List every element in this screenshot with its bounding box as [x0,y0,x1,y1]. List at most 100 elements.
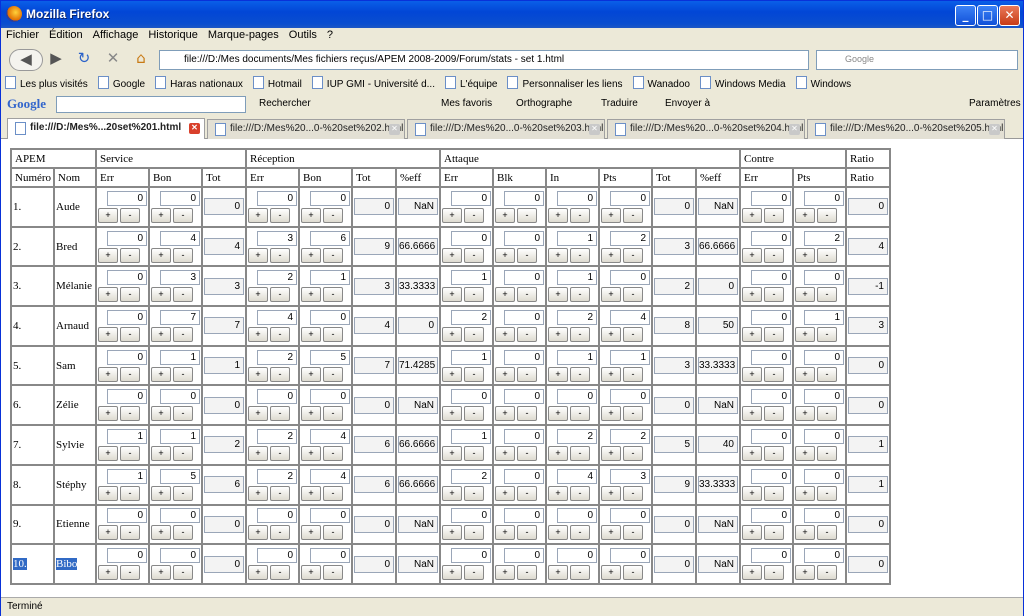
counter-value[interactable]: 0 [257,190,297,206]
menu-affichage[interactable]: Affichage [88,28,144,41]
close-tab-icon[interactable]: ✕ [789,124,800,135]
total-value[interactable]: 0 [698,277,738,295]
decrement-button[interactable]: - [323,445,343,461]
increment-button[interactable]: + [301,565,321,581]
increment-button[interactable]: + [795,565,815,581]
close-tab-icon[interactable]: ✕ [389,124,400,135]
decrement-button[interactable]: - [323,207,343,223]
increment-button[interactable]: + [442,445,462,461]
increment-button[interactable]: + [742,406,762,422]
counter-value[interactable]: 0 [504,428,544,444]
decrement-button[interactable]: - [817,445,837,461]
counter-value[interactable]: 0 [804,349,844,365]
decrement-button[interactable]: - [270,287,290,303]
decrement-button[interactable]: - [323,565,343,581]
total-value[interactable]: 0 [848,198,888,216]
increment-button[interactable]: + [601,326,621,342]
counter-value[interactable]: 0 [751,508,791,524]
increment-button[interactable]: + [442,525,462,541]
increment-button[interactable]: + [548,565,568,581]
decrement-button[interactable]: - [517,485,537,501]
stop-icon[interactable]: ✕ [102,49,124,71]
counter-value[interactable]: 0 [107,548,147,564]
total-value[interactable]: 3 [354,277,394,295]
counter-value[interactable]: 0 [557,508,597,524]
counter-value[interactable]: 0 [504,190,544,206]
increment-button[interactable]: + [601,207,621,223]
decrement-button[interactable]: - [517,366,537,382]
total-value[interactable]: 6 [354,476,394,494]
increment-button[interactable]: + [301,287,321,303]
increment-button[interactable]: + [151,525,171,541]
total-value[interactable]: 3 [848,317,888,335]
increment-button[interactable]: + [795,366,815,382]
counter-value[interactable]: 2 [610,230,650,246]
decrement-button[interactable]: - [623,525,643,541]
increment-button[interactable]: + [442,485,462,501]
tab-set-5[interactable]: file:///D:/Mes%20...0-%20set%205.html ✕ [807,119,1005,139]
decrement-button[interactable]: - [764,406,784,422]
decrement-button[interactable]: - [623,565,643,581]
increment-button[interactable]: + [151,565,171,581]
counter-value[interactable]: 3 [257,230,297,246]
increment-button[interactable]: + [98,565,118,581]
decrement-button[interactable]: - [570,207,590,223]
total-value[interactable]: 40 [698,436,738,454]
counter-value[interactable]: 0 [257,389,297,405]
decrement-button[interactable]: - [464,525,484,541]
decrement-button[interactable]: - [817,485,837,501]
increment-button[interactable]: + [301,207,321,223]
total-value[interactable]: 3 [654,238,694,256]
counter-value[interactable]: 4 [557,468,597,484]
traduire-button[interactable]: Traduire [601,98,638,109]
total-value[interactable]: 0 [398,317,438,335]
total-value[interactable]: 66.6666 [398,476,438,494]
total-value[interactable]: 66.6666 [698,238,738,256]
decrement-button[interactable]: - [570,287,590,303]
increment-button[interactable]: + [742,525,762,541]
increment-button[interactable]: + [601,247,621,263]
total-value[interactable]: 0 [848,555,888,573]
menu-fichier[interactable]: Fichier [1,28,44,41]
counter-value[interactable]: 1 [107,468,147,484]
decrement-button[interactable]: - [764,287,784,303]
increment-button[interactable]: + [98,326,118,342]
decrement-button[interactable]: - [570,406,590,422]
bookmark-item[interactable]: Windows Media [696,73,792,90]
total-value[interactable]: -1 [848,277,888,295]
decrement-button[interactable]: - [120,207,140,223]
increment-button[interactable]: + [495,525,515,541]
counter-value[interactable]: 4 [310,468,350,484]
decrement-button[interactable]: - [764,525,784,541]
total-value[interactable]: 9 [654,476,694,494]
total-value[interactable]: 9 [354,238,394,256]
total-value[interactable]: 0 [204,396,244,414]
counter-value[interactable]: 0 [310,508,350,524]
decrement-button[interactable]: - [323,366,343,382]
total-value[interactable]: 8 [654,317,694,335]
counter-value[interactable]: 0 [804,428,844,444]
increment-button[interactable]: + [248,445,268,461]
decrement-button[interactable]: - [173,445,193,461]
increment-button[interactable]: + [442,366,462,382]
increment-button[interactable]: + [151,445,171,461]
decrement-button[interactable]: - [173,287,193,303]
decrement-button[interactable]: - [120,485,140,501]
increment-button[interactable]: + [601,525,621,541]
decrement-button[interactable]: - [464,485,484,501]
increment-button[interactable]: + [248,485,268,501]
decrement-button[interactable]: - [623,207,643,223]
increment-button[interactable]: + [151,287,171,303]
total-value[interactable]: 4 [848,238,888,256]
counter-value[interactable]: 0 [107,349,147,365]
increment-button[interactable]: + [495,247,515,263]
counter-value[interactable]: 0 [451,190,491,206]
maximize-button[interactable]: □ [977,5,998,26]
counter-value[interactable]: 0 [310,548,350,564]
total-value[interactable]: 50 [698,317,738,335]
counter-value[interactable]: 4 [610,309,650,325]
increment-button[interactable]: + [151,366,171,382]
increment-button[interactable]: + [151,485,171,501]
bookmark-item[interactable]: Hotmail [249,73,308,90]
counter-value[interactable]: 0 [504,230,544,246]
